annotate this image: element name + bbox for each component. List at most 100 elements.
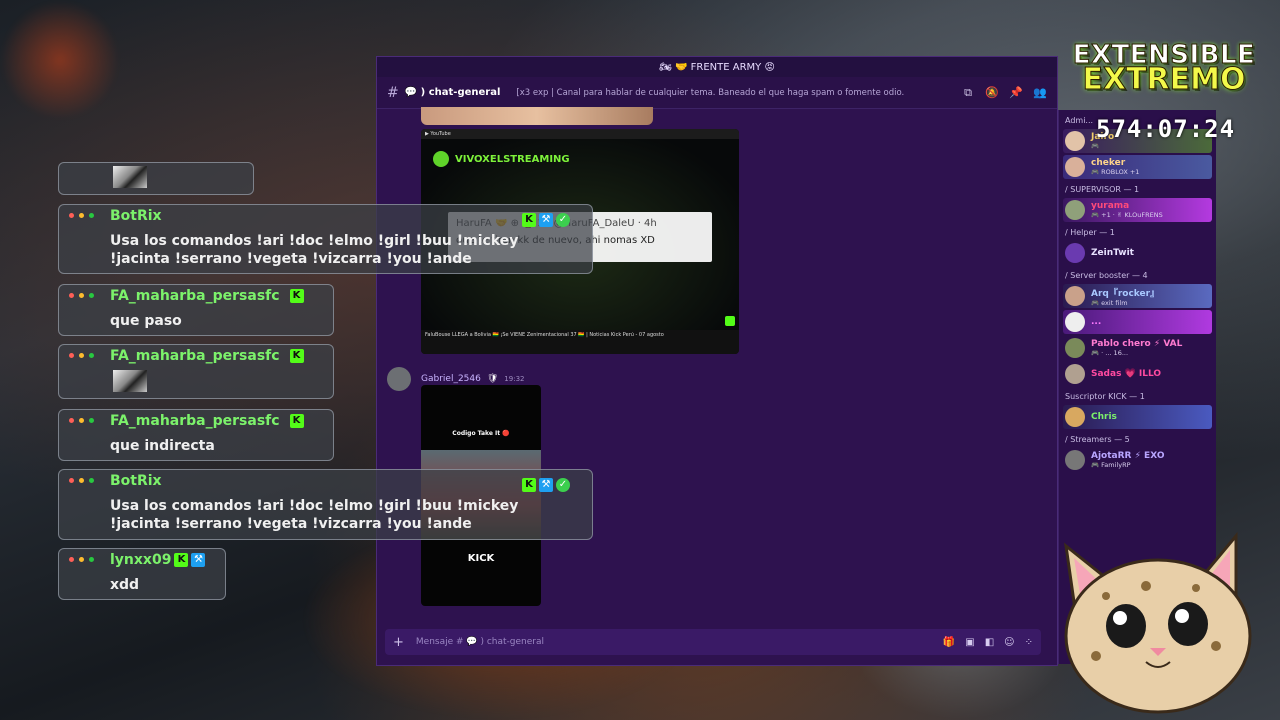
chat-username: BotRix — [110, 208, 162, 224]
member-item[interactable]: Chris — [1063, 405, 1212, 429]
member-avatar — [1065, 338, 1085, 358]
member-name: AjotaRR ⚡ EXO — [1091, 451, 1165, 461]
tool-badge-icon: ⚒ — [191, 553, 206, 567]
role-header: / SUPERVISOR — 1 — [1065, 185, 1140, 194]
chat-message: BotRix K ⚒ ✓ Usa los comandos !ari !doc !e… — [58, 469, 593, 540]
subathon-timer: 574:07:24 — [1096, 115, 1236, 143]
hash-icon: # — [387, 84, 399, 101]
member-name: ... — [1091, 317, 1102, 327]
author-avatar[interactable] — [387, 367, 411, 391]
kick-badge-icon: K — [522, 477, 536, 492]
member-item[interactable]: ZeinTwit — [1063, 241, 1212, 265]
chat-username: BotRix — [110, 473, 162, 489]
chat-image-attachment — [113, 370, 147, 392]
sticker-icon[interactable]: ◧ — [985, 637, 994, 648]
member-avatar — [1065, 407, 1085, 427]
chat-badges: K ⚒ ✓ — [519, 209, 570, 228]
role-header: / Server booster — 4 — [1065, 271, 1148, 280]
chat-message: FA_maharba_persasfc K que indirecta — [58, 409, 334, 461]
channel-name[interactable]: 💬 ) chat-general — [405, 87, 501, 98]
window-dots — [69, 213, 94, 218]
member-status: 🎮 ROBLOX +1 — [1091, 168, 1140, 176]
kick-badge-icon: K — [289, 289, 304, 303]
threads-icon[interactable]: ⧉ — [961, 86, 975, 100]
gift-icon[interactable]: 🎁 — [943, 637, 955, 648]
server-title-bar: 🏍 🤝 FRENTE ARMY 😡 — [377, 57, 1057, 77]
chat-username: lynxx09 K ⚒ — [110, 552, 206, 568]
member-item[interactable]: AjotaRR ⚡ EXO 🎮 FamilyRP — [1063, 448, 1212, 472]
yt-video-title: FaluBouse LLEGA a Bolivia 🇧🇴 ¡Se VIENE Z… — [425, 332, 664, 338]
member-avatar — [1065, 131, 1085, 151]
member-name: Arq『rocker』 — [1091, 288, 1160, 299]
member-name: yurama — [1091, 201, 1130, 211]
member-item[interactable]: Pablo chero ⚡ VAL 🎮 · ... 16... — [1063, 336, 1212, 360]
youtube-bar: ▶ YouTube — [421, 129, 739, 139]
chat-message: FA_maharba_persasfc K — [58, 344, 334, 399]
apps-icon[interactable]: ⁘ — [1025, 637, 1033, 648]
window-dots — [69, 557, 94, 562]
member-status: 🎮 · ... 16... — [1091, 349, 1129, 357]
member-status: 🎮 — [1091, 142, 1100, 150]
members-icon[interactable]: 👥 — [1033, 86, 1047, 100]
background-glow — [0, 0, 120, 120]
chat-message — [58, 162, 254, 195]
role-header: / Helper — 1 — [1065, 228, 1115, 237]
channel-topic: [x3 exp | Canal para hablar de cualquier… — [516, 87, 905, 98]
discord-window: 🏍 🤝 FRENTE ARMY 😡 # 💬 ) chat-general [x3… — [376, 56, 1058, 666]
member-name: Chris — [1091, 412, 1117, 422]
chat-image-attachment — [113, 166, 147, 188]
message-input[interactable]: + Mensaje # 💬 ) chat-general 🎁 ▣ ◧ ☺ ⁘ — [385, 629, 1041, 655]
member-avatar — [1065, 243, 1085, 263]
window-dots — [69, 353, 94, 358]
yt-channel-name: VIVOXELSTREAMING — [455, 153, 570, 165]
window-dots — [69, 293, 94, 298]
mute-bell-icon[interactable]: 🔕 — [985, 86, 999, 100]
kick-badge-icon: K — [289, 414, 304, 428]
chat-username: FA_maharba_persasfc K — [110, 288, 304, 304]
member-avatar — [1065, 450, 1085, 470]
member-item[interactable]: Sadas 💗 ILLO — [1063, 362, 1212, 386]
message-area: ▶ YouTube VIVOXELSTREAMING FaluBouse LLE… — [377, 107, 1045, 629]
chat-text: que indirecta — [110, 438, 215, 454]
pin-icon[interactable]: 📌 — [1009, 86, 1023, 100]
chat-message: FA_maharba_persasfc K que paso — [58, 284, 334, 336]
author-name[interactable]: Gabriel_2546 — [421, 374, 481, 384]
kick-badge-icon: K — [289, 349, 304, 363]
yt-kick-corner-icon — [725, 316, 735, 326]
role-header: Suscriptor KICK — 1 — [1065, 392, 1145, 401]
chat-text: Usa los comandos !ari !doc !elmo !girl !… — [110, 233, 519, 267]
chat-message: BotRix K ⚒ ✓ Usa los comandos !ari !doc !e… — [58, 204, 593, 274]
tool-badge-icon: ⚒ — [539, 212, 553, 227]
kick-badge-icon: K — [174, 553, 189, 567]
member-avatar — [1065, 157, 1085, 177]
previous-image-attachment[interactable] — [421, 107, 653, 125]
member-item[interactable]: ... — [1063, 310, 1212, 334]
author-badge-icon: 🛡 — [486, 374, 499, 384]
video-kick-logo: KICK — [467, 553, 495, 564]
verified-badge-icon: ✓ — [556, 212, 570, 227]
member-item[interactable]: yurama 🎮 +1 · ✌ KLOuFRENS — [1063, 198, 1212, 222]
channel-avatar-icon — [433, 151, 449, 167]
chat-username: FA_maharba_persasfc K — [110, 413, 304, 429]
gif-icon[interactable]: ▣ — [965, 637, 974, 648]
cat-mascot-icon — [1063, 531, 1252, 714]
window-dots — [69, 418, 94, 423]
chat-text: Usa los comandos !ari !doc !elmo !girl !… — [110, 498, 519, 532]
member-name: Sadas 💗 ILLO — [1091, 369, 1162, 379]
role-header: / Streamers — 5 — [1065, 435, 1130, 444]
message-time: 19:32 — [504, 375, 525, 383]
add-attachment-icon[interactable]: + — [393, 635, 404, 650]
member-item[interactable]: cheker 🎮 ROBLOX +1 — [1063, 155, 1212, 179]
member-name: cheker — [1091, 158, 1126, 168]
member-name: ZeinTwit — [1091, 248, 1134, 258]
input-toolbar: 🎁 ▣ ◧ ☺ ⁘ — [943, 637, 1033, 648]
emoji-icon[interactable]: ☺ — [1004, 637, 1014, 648]
chat-text: que paso — [110, 313, 182, 329]
chat-username: FA_maharba_persasfc K — [110, 348, 304, 364]
channel-header: # 💬 ) chat-general [x3 exp | Canal para … — [377, 77, 1057, 109]
member-item[interactable]: Arq『rocker』 🎮 exit film — [1063, 284, 1212, 308]
yt-channel-logo: VIVOXELSTREAMING — [433, 151, 570, 167]
window-dots — [69, 478, 94, 483]
verified-badge-icon: ✓ — [556, 477, 570, 492]
yt-video-footer: FaluBouse LLEGA a Bolivia 🇧🇴 ¡Se VIENE Z… — [421, 330, 739, 354]
